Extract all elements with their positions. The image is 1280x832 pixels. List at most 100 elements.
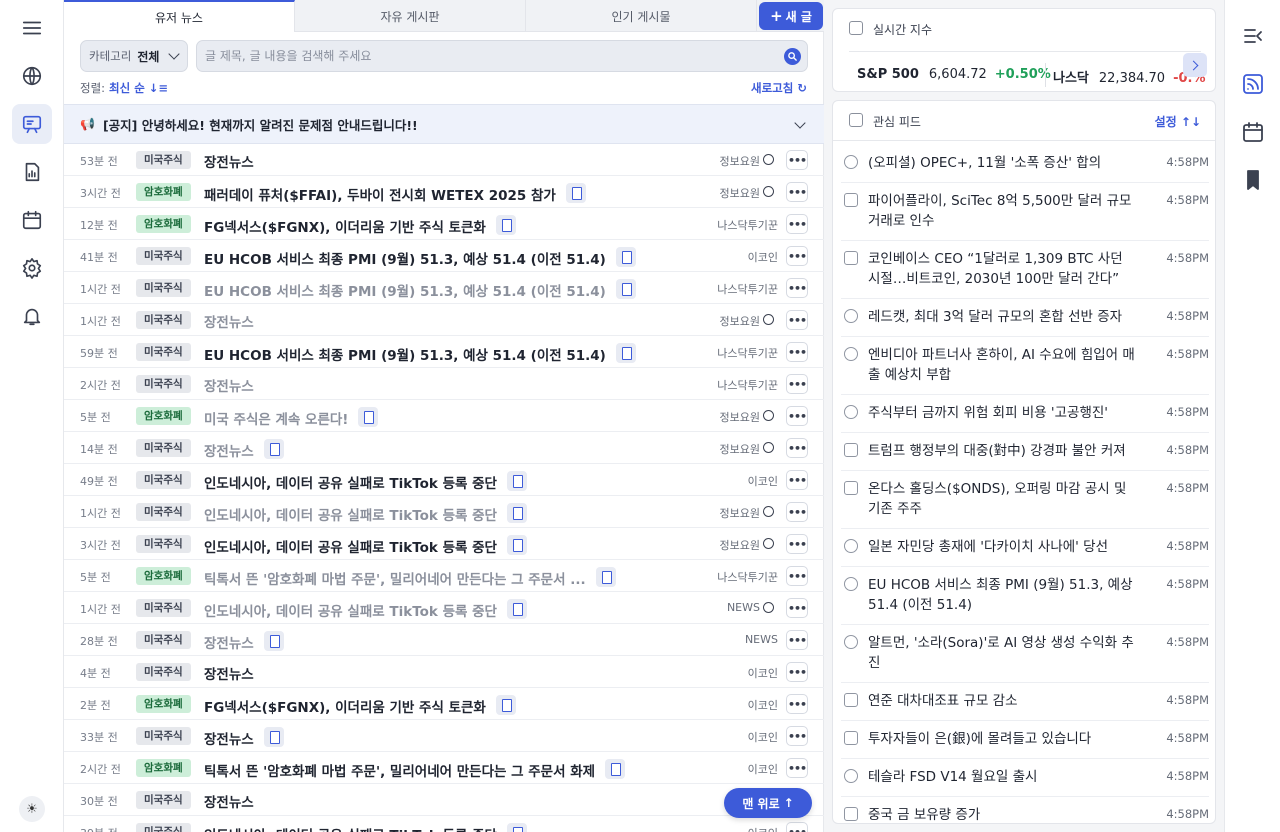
feed-item[interactable]: 코인베이스 CEO “1달러로 1,309 BTC 사던 시절…비트코인, 20…	[841, 241, 1209, 299]
category-select[interactable]: 카테고리 전체	[80, 40, 188, 72]
post-title[interactable]: 인도네시아, 데이터 공유 실패로 TikTok 등록 중단	[204, 503, 527, 524]
rss-icon[interactable]	[1239, 70, 1267, 98]
community-icon[interactable]	[12, 104, 52, 144]
post-row[interactable]: 39분 전 미국주식인도네시아, 데이터 공유 실패로 TikTok 등록 중단 이…	[64, 816, 824, 832]
post-row[interactable]: 2분 전 암호화폐 FG넥서스($FGNX), 이더리움 기반 주식 토큰화 이코인 •…	[64, 688, 824, 720]
feed-item[interactable]: (오피셜) OPEC+, 11월 '소폭 증산' 합의 4:58PM	[841, 145, 1209, 183]
new-post-button[interactable]: + 새 글	[759, 2, 823, 30]
more-options-button[interactable]: •••	[786, 438, 808, 458]
tab-user-news[interactable]: 유저 뉴스	[64, 0, 295, 32]
post-author[interactable]: 나스닥투기꾼	[717, 569, 778, 585]
post-title[interactable]: 인도네시아, 데이터 공유 실패로 TikTok 등록 중단	[204, 535, 527, 556]
post-author[interactable]: 이코인	[748, 697, 778, 713]
refresh-button[interactable]: 새로고침 ↻	[751, 80, 807, 96]
post-title[interactable]: 틱톡서 뜬 '암호화폐 마법 주문', 밀리어네어 만든다는 그 주문서 ...	[204, 567, 616, 588]
menu-icon[interactable]	[12, 8, 52, 48]
post-row[interactable]: 49분 전 미국주식 인도네시아, 데이터 공유 실패로 TikTok 등록 중단 이…	[64, 464, 824, 496]
post-author[interactable]: 정보요원	[720, 441, 760, 457]
more-options-button[interactable]: •••	[786, 150, 808, 170]
post-author[interactable]: NEWS	[727, 601, 760, 614]
tab-free-board[interactable]: 자유 게시판	[295, 0, 526, 32]
feed-item[interactable]: 온다스 홀딩스($ONDS), 오퍼링 마감 공시 및 기존 주주 4:58PM	[841, 471, 1209, 529]
post-title[interactable]: 장전뉴스	[204, 791, 254, 811]
post-row[interactable]: 2시간 전 암호화폐 틱톡서 뜬 '암호화폐 마법 주문', 밀리어네어 만든다는 …	[64, 752, 824, 784]
bell-icon[interactable]	[12, 296, 52, 336]
more-options-button[interactable]: •••	[786, 214, 808, 234]
tab-popular[interactable]: 인기 게시물	[526, 0, 757, 32]
post-title[interactable]: 인도네시아, 데이터 공유 실패로 TikTok 등록 중단	[204, 471, 527, 492]
more-options-button[interactable]: •••	[786, 630, 808, 650]
post-author[interactable]: 이코인	[748, 825, 778, 832]
post-title[interactable]: 장전뉴스	[204, 727, 284, 748]
feed-item[interactable]: EU HCOB 서비스 최종 PMI (9월) 51.3, 예상 51.4 (이…	[841, 567, 1209, 625]
post-row[interactable]: 5분 전 암호화폐 미국 주식은 계속 오른다! 정보요원 •••	[64, 400, 824, 432]
more-options-button[interactable]: •••	[786, 694, 808, 714]
more-options-button[interactable]: •••	[786, 502, 808, 522]
more-options-button[interactable]: •••	[786, 470, 808, 490]
post-title[interactable]: 인도네시아, 데이터 공유 실패로 TikTok 등록 중단	[204, 599, 527, 620]
post-author[interactable]: 정보요원	[720, 185, 760, 201]
sort-control[interactable]: 정렬: 최신 순 ↓≡	[80, 80, 168, 96]
post-title[interactable]: EU HCOB 서비스 최종 PMI (9월) 51.3, 예상 51.4 (이…	[204, 343, 636, 364]
more-options-button[interactable]: •••	[786, 726, 808, 746]
calendar-icon[interactable]	[12, 200, 52, 240]
post-author[interactable]: 정보요원	[720, 153, 760, 169]
post-author[interactable]: 이코인	[748, 729, 778, 745]
post-author[interactable]: 이코인	[748, 665, 778, 681]
post-row[interactable]: 28분 전 미국주식 장전뉴스 NEWS •••	[64, 624, 824, 656]
feed-item[interactable]: 레드캣, 최대 3억 달러 규모의 혼합 선반 증자 4:58PM	[841, 299, 1209, 337]
post-title[interactable]: FG넥서스($FGNX), 이더리움 기반 주식 토큰화	[204, 695, 516, 716]
feed-item[interactable]: 투자자들이 은(銀)에 몰려들고 있습니다 4:58PM	[841, 721, 1209, 759]
post-author[interactable]: 정보요원	[720, 505, 760, 521]
more-options-button[interactable]: •••	[786, 662, 808, 682]
more-options-button[interactable]: •••	[786, 822, 808, 832]
theme-toggle-icon[interactable]: ☀	[19, 796, 45, 822]
feed-item[interactable]: 테슬라 FSD V14 월요일 출시 4:58PM	[841, 759, 1209, 797]
post-author[interactable]: 이코인	[748, 473, 778, 489]
more-options-button[interactable]: •••	[786, 246, 808, 266]
feed-item[interactable]: 알트먼, '소라(Sora)'로 AI 영상 생성 수익화 추진 4:58PM	[841, 625, 1209, 683]
post-author[interactable]: 나스닥투기꾼	[717, 377, 778, 393]
feed-settings-button[interactable]: 설정 ↑↓	[1155, 113, 1201, 130]
index-item-sp500[interactable]: S&P 500 6,604.72 +0.50%	[857, 67, 1051, 82]
post-author[interactable]: 이코인	[748, 249, 778, 265]
post-row[interactable]: 33분 전 미국주식 장전뉴스 이코인 •••	[64, 720, 824, 752]
post-author[interactable]: 정보요원	[720, 409, 760, 425]
post-author[interactable]: 정보요원	[720, 313, 760, 329]
more-options-button[interactable]: •••	[786, 406, 808, 426]
feed-item[interactable]: 주식부터 금까지 위험 회피 비용 '고공행진' 4:58PM	[841, 395, 1209, 433]
more-options-button[interactable]: •••	[786, 310, 808, 330]
post-row[interactable]: 30분 전미국주식장전뉴스•••	[64, 784, 824, 816]
post-title[interactable]: 장전뉴스	[204, 439, 284, 460]
post-title[interactable]: FG넥서스($FGNX), 이더리움 기반 주식 토큰화	[204, 215, 516, 236]
post-author[interactable]: 나스닥투기꾼	[717, 345, 778, 361]
post-row[interactable]: 1시간 전 미국주식 EU HCOB 서비스 최종 PMI (9월) 51.3, 예…	[64, 272, 824, 304]
post-row[interactable]: 1시간 전 미국주식 인도네시아, 데이터 공유 실패로 TikTok 등록 중단 N…	[64, 592, 824, 624]
calendar-icon[interactable]	[1239, 118, 1267, 146]
post-author[interactable]: NEWS	[745, 633, 778, 646]
chevron-right-icon[interactable]	[1183, 53, 1207, 77]
feed-item[interactable]: 연준 대차대조표 규모 감소 4:58PM	[841, 683, 1209, 721]
post-author[interactable]: 이코인	[748, 761, 778, 777]
more-options-button[interactable]: •••	[786, 374, 808, 394]
settings-icon[interactable]	[12, 248, 52, 288]
post-row[interactable]: 53분 전 미국주식 장전뉴스 정보요원 •••	[64, 144, 824, 176]
post-row[interactable]: 2시간 전 미국주식 장전뉴스 나스닥투기꾼 •••	[64, 368, 824, 400]
post-title[interactable]: EU HCOB 서비스 최종 PMI (9월) 51.3, 예상 51.4 (이…	[204, 279, 636, 300]
collapse-panel-icon[interactable]	[1239, 22, 1267, 50]
feed-item[interactable]: 트럼프 행정부의 대중(對中) 강경파 불안 커져 4:58PM	[841, 433, 1209, 471]
notice-banner[interactable]: 📢 [공지] 안녕하세요! 현재까지 알려진 문제점 안내드립니다!!	[64, 104, 824, 144]
post-row[interactable]: 59분 전 미국주식 EU HCOB 서비스 최종 PMI (9월) 51.3, 예…	[64, 336, 824, 368]
search-input[interactable]	[197, 41, 767, 71]
more-options-button[interactable]: •••	[786, 598, 808, 618]
report-icon[interactable]	[12, 152, 52, 192]
post-row[interactable]: 1시간 전 미국주식 인도네시아, 데이터 공유 실패로 TikTok 등록 중단 정…	[64, 496, 824, 528]
post-title[interactable]: 패러데이 퓨처($FFAI), 두바이 전시회 WETEX 2025 참가	[204, 183, 586, 204]
post-title[interactable]: 장전뉴스	[204, 663, 254, 683]
feed-item[interactable]: 중국 금 보유량 증가 4:58PM	[841, 797, 1209, 823]
search-icon[interactable]	[784, 48, 801, 65]
post-title[interactable]: 미국 주식은 계속 오른다!	[204, 407, 379, 428]
post-title[interactable]: 장전뉴스	[204, 375, 254, 395]
post-row[interactable]: 5분 전 암호화폐 틱톡서 뜬 '암호화폐 마법 주문', 밀리어네어 만든다는 그…	[64, 560, 824, 592]
feed-item[interactable]: 파이어플라이, SciTec 8억 5,500만 달러 규모 거래로 인수 4:5…	[841, 183, 1209, 241]
